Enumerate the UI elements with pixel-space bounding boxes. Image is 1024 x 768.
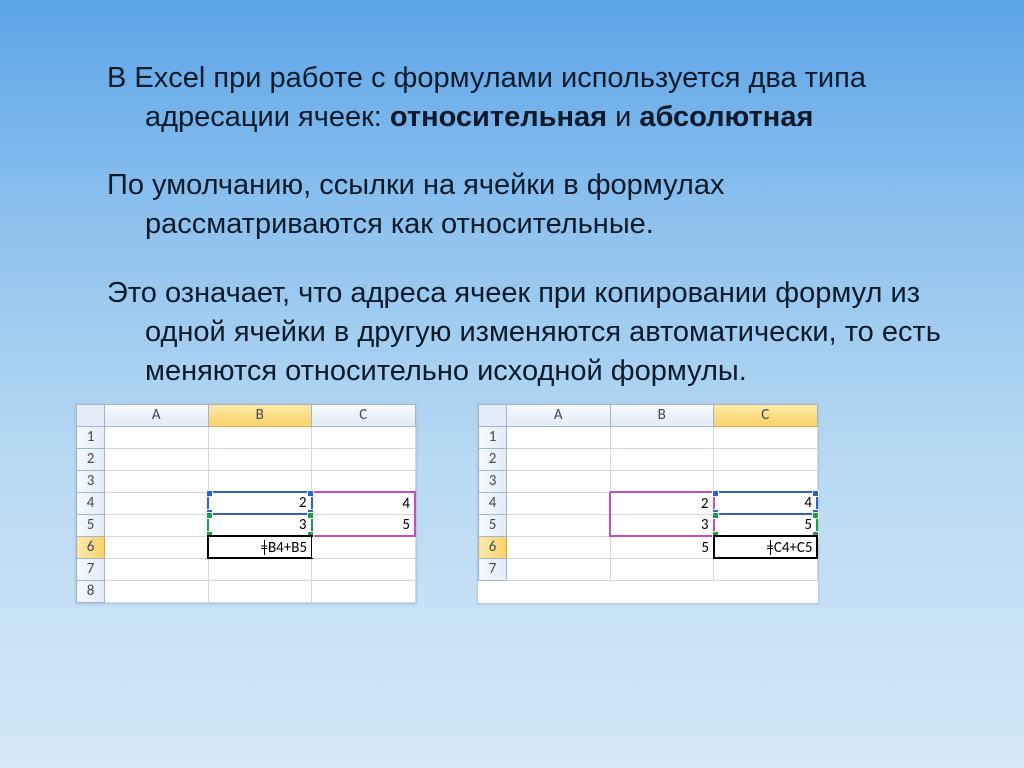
row-header[interactable]: 6 [77, 536, 105, 558]
cell[interactable] [105, 536, 209, 558]
cell[interactable] [507, 514, 611, 536]
row-header[interactable]: 5 [479, 514, 507, 536]
paragraph-1: В Excel при работе с формулами используе… [55, 59, 969, 137]
row-header[interactable]: 5 [77, 514, 105, 536]
row-header[interactable]: 3 [479, 470, 507, 492]
text: и [607, 101, 639, 133]
row-header[interactable]: 4 [77, 492, 105, 514]
col-header-b[interactable]: B [208, 404, 312, 426]
cell[interactable] [312, 558, 416, 580]
cell[interactable] [312, 536, 416, 558]
selection-handle-icon [712, 490, 719, 497]
col-header-c[interactable]: C [714, 404, 818, 426]
cell[interactable] [507, 426, 611, 448]
sheets-row: A B C 1 2 3 4 2 4 5 3 [55, 403, 969, 604]
cell-c6[interactable]: =C4+C5 [714, 536, 818, 558]
excel-screenshot-right: A B C 1 2 3 4 2 4 5 3 [477, 403, 819, 604]
cell[interactable] [208, 426, 312, 448]
corner-cell [77, 404, 105, 426]
cell[interactable] [507, 492, 611, 514]
cell[interactable] [312, 426, 416, 448]
row-header[interactable]: 1 [479, 426, 507, 448]
row-header[interactable]: 7 [479, 558, 507, 580]
cell[interactable] [610, 448, 714, 470]
cell[interactable] [208, 558, 312, 580]
cell-b6[interactable]: =B4+B5 [208, 536, 312, 558]
cell[interactable] [312, 470, 416, 492]
col-header-b[interactable]: B [610, 404, 714, 426]
excel-grid: A B C 1 2 3 4 2 4 5 3 [478, 404, 818, 581]
cell[interactable] [714, 448, 818, 470]
corner-cell [479, 404, 507, 426]
cell[interactable] [714, 558, 818, 580]
row-header[interactable]: 7 [77, 558, 105, 580]
cell-c5[interactable]: 5 [312, 514, 416, 536]
text-bold: относительная [390, 101, 607, 133]
paragraph-3: Это означает, что адреса ячеек при копир… [55, 274, 969, 391]
cell[interactable] [507, 470, 611, 492]
cell[interactable] [312, 580, 416, 602]
cell-c4[interactable]: 4 [312, 492, 416, 514]
cell[interactable] [208, 470, 312, 492]
cell[interactable] [105, 426, 209, 448]
paragraph-2: По умолчанию, ссылки на ячейки в формула… [55, 166, 969, 244]
selection-handle-icon [206, 512, 213, 519]
cell-b5[interactable]: 3 [208, 514, 312, 536]
selection-handle-icon [206, 490, 213, 497]
cell[interactable] [610, 426, 714, 448]
cell[interactable] [208, 448, 312, 470]
cell[interactable] [105, 492, 209, 514]
excel-grid: A B C 1 2 3 4 2 4 5 3 [76, 404, 416, 603]
row-header[interactable]: 6 [479, 536, 507, 558]
cell[interactable] [105, 558, 209, 580]
row-header[interactable]: 2 [77, 448, 105, 470]
cell[interactable] [507, 536, 611, 558]
selection-handle-icon [812, 512, 819, 519]
row-header[interactable]: 3 [77, 470, 105, 492]
selection-handle-icon [812, 490, 819, 497]
cell[interactable] [105, 514, 209, 536]
selection-handle-icon [712, 512, 719, 519]
cell[interactable] [507, 448, 611, 470]
row-header[interactable]: 2 [479, 448, 507, 470]
cell[interactable] [714, 470, 818, 492]
cell[interactable] [507, 558, 611, 580]
row-header[interactable]: 8 [77, 580, 105, 602]
col-header-a[interactable]: A [507, 404, 611, 426]
cell[interactable] [714, 426, 818, 448]
cell-b6[interactable]: 5 [610, 536, 714, 558]
text-bold: абсолютная [639, 101, 813, 133]
cell[interactable] [105, 580, 209, 602]
cell-b4[interactable]: 2 [610, 492, 714, 514]
cell-c5[interactable]: 5 [714, 514, 818, 536]
col-header-a[interactable]: A [105, 404, 209, 426]
cell[interactable] [208, 580, 312, 602]
cell[interactable] [610, 558, 714, 580]
cell[interactable] [105, 470, 209, 492]
col-header-c[interactable]: C [312, 404, 416, 426]
cell-b5[interactable]: 3 [610, 514, 714, 536]
row-header[interactable]: 4 [479, 492, 507, 514]
cell[interactable] [312, 448, 416, 470]
cell-c4[interactable]: 4 [714, 492, 818, 514]
row-header[interactable]: 1 [77, 426, 105, 448]
cell-b4[interactable]: 2 [208, 492, 312, 514]
cell[interactable] [105, 448, 209, 470]
excel-screenshot-left: A B C 1 2 3 4 2 4 5 3 [75, 403, 417, 604]
cell[interactable] [610, 470, 714, 492]
